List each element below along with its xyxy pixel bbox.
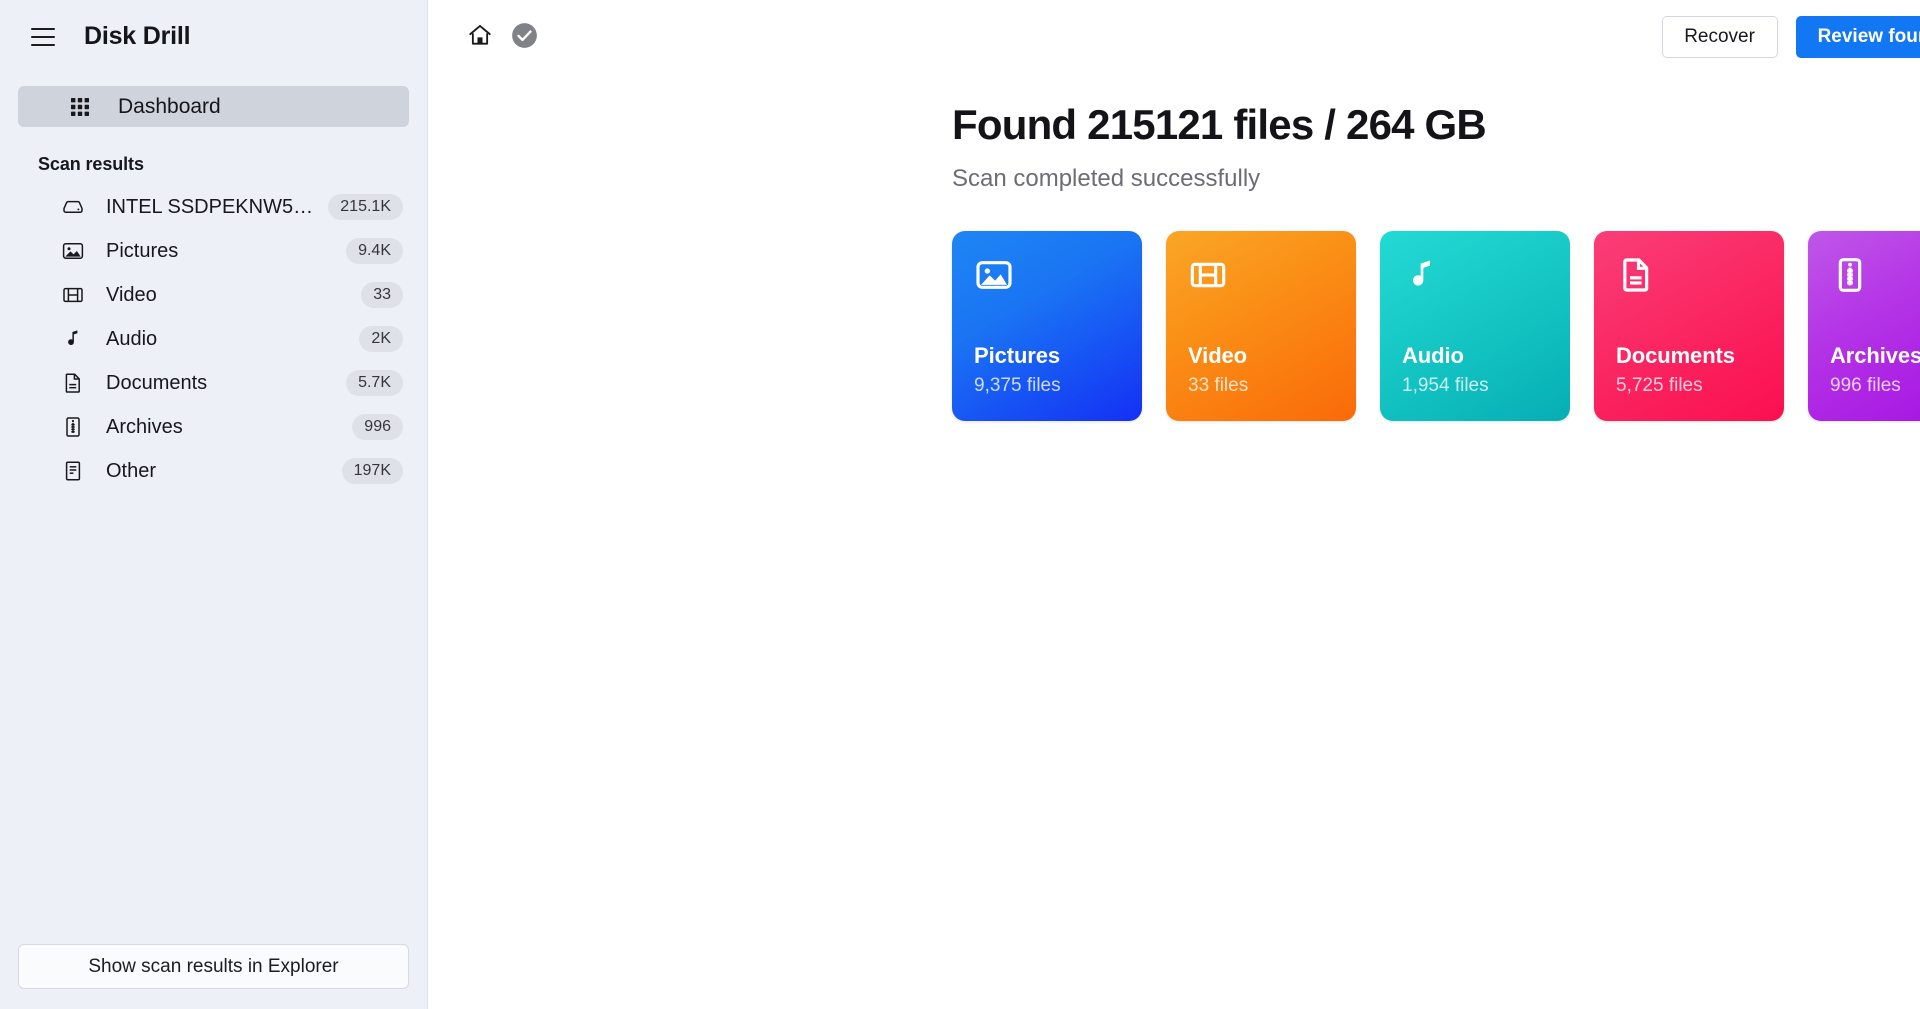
sidebar-item-audio-count: 2K [359,325,403,353]
sidebar-item-pictures-count: 9.4K [346,237,403,265]
sidebar-item-documents[interactable]: Documents 5.7K [0,361,427,405]
sidebar-item-other-count: 197K [341,457,403,485]
archive-zip-icon [1830,255,1920,301]
sidebar-item-pictures-label: Pictures [106,239,179,262]
category-card-audio[interactable]: Audio 1,954 files [1380,231,1570,421]
category-card-documents-count: 5,725 files [1616,375,1703,396]
music-note-icon [60,326,86,352]
film-icon [1188,255,1334,301]
sidebar-item-archives[interactable]: Archives 996 [0,405,427,449]
sidebar: Disk Drill Dashboard Scan results INTEL … [0,0,428,1009]
document-icon [1616,255,1762,301]
document-icon [60,370,86,396]
category-card-video-title: Video [1188,343,1248,368]
sidebar-footer: Show scan results in Explorer [0,944,427,1009]
sidebar-item-other[interactable]: Other 197K [0,449,427,493]
category-card-archives-title: Archives [1830,343,1920,368]
sidebar-item-other-label: Other [106,459,157,482]
sidebar-scan-results-list: INTEL SSDPEKNW512... 215.1K Pictures 9.4… [0,185,427,493]
sidebar-item-video-label: Video [106,283,157,306]
category-card-grid: Pictures 9,375 files Video 33 files Audi… [952,231,1920,421]
sidebar-item-drive-count: 215.1K [328,193,403,221]
sidebar-item-audio[interactable]: Audio 2K [0,317,427,361]
sidebar-item-video[interactable]: Video 33 [0,273,427,317]
scan-status-button[interactable] [502,15,546,59]
category-card-pictures[interactable]: Pictures 9,375 files [952,231,1142,421]
sidebar-section-scan-results: Scan results [38,154,144,174]
toolbar: Recover Review found items [428,0,1920,73]
sidebar-item-video-count: 33 [361,281,403,309]
category-card-pictures-title: Pictures [974,343,1061,368]
file-lines-icon [60,458,86,484]
grid-icon [63,97,97,117]
category-card-pictures-count: 9,375 files [974,375,1061,396]
app-title: Disk Drill [84,22,191,50]
check-circle-icon [511,22,538,52]
category-card-documents-title: Documents [1616,343,1735,368]
archive-zip-icon [60,414,86,440]
category-card-video-count: 33 files [1188,375,1249,396]
category-card-video[interactable]: Video 33 files [1166,231,1356,421]
sidebar-header: Disk Drill [0,0,427,73]
category-card-archives-count: 996 files [1830,375,1901,396]
sidebar-item-drive-label: INTEL SSDPEKNW512... [106,195,319,218]
hard-drive-icon [60,194,86,220]
image-icon [60,238,86,264]
sidebar-item-dashboard-label: Dashboard [118,94,221,118]
film-icon [60,282,86,308]
page-title: Found 215121 files / 264 GB [952,101,1487,148]
sidebar-item-archives-count: 996 [352,413,403,441]
show-scan-results-in-explorer-button[interactable]: Show scan results in Explorer [18,944,409,989]
main-content: Recover Review found items [428,0,1920,1009]
sidebar-item-archives-label: Archives [106,415,183,438]
category-card-audio-title: Audio [1402,343,1464,368]
scan-results-panel: Found 215121 files / 264 GB Scan complet… [428,73,1920,421]
hamburger-icon[interactable] [22,16,64,58]
scan-status-text: Scan completed successfully [952,165,1261,192]
image-icon [974,255,1120,301]
sidebar-item-dashboard[interactable]: Dashboard [18,86,409,127]
sidebar-item-drive[interactable]: INTEL SSDPEKNW512... 215.1K [0,185,427,229]
sidebar-item-audio-label: Audio [106,327,158,350]
review-found-items-button[interactable]: Review found items [1795,15,1920,58]
sidebar-item-documents-label: Documents [106,371,208,394]
music-note-icon [1402,255,1548,301]
home-icon [467,22,493,51]
sidebar-item-documents-count: 5.7K [346,369,403,397]
recover-button[interactable]: Recover [1661,15,1778,58]
category-card-archives[interactable]: Archives 996 files [1808,231,1920,421]
home-button[interactable] [458,15,502,59]
app-window: Disk Drill Dashboard Scan results INTEL … [0,0,1920,1009]
category-card-audio-count: 1,954 files [1402,375,1489,396]
category-card-documents[interactable]: Documents 5,725 files [1594,231,1784,421]
sidebar-item-pictures[interactable]: Pictures 9.4K [0,229,427,273]
